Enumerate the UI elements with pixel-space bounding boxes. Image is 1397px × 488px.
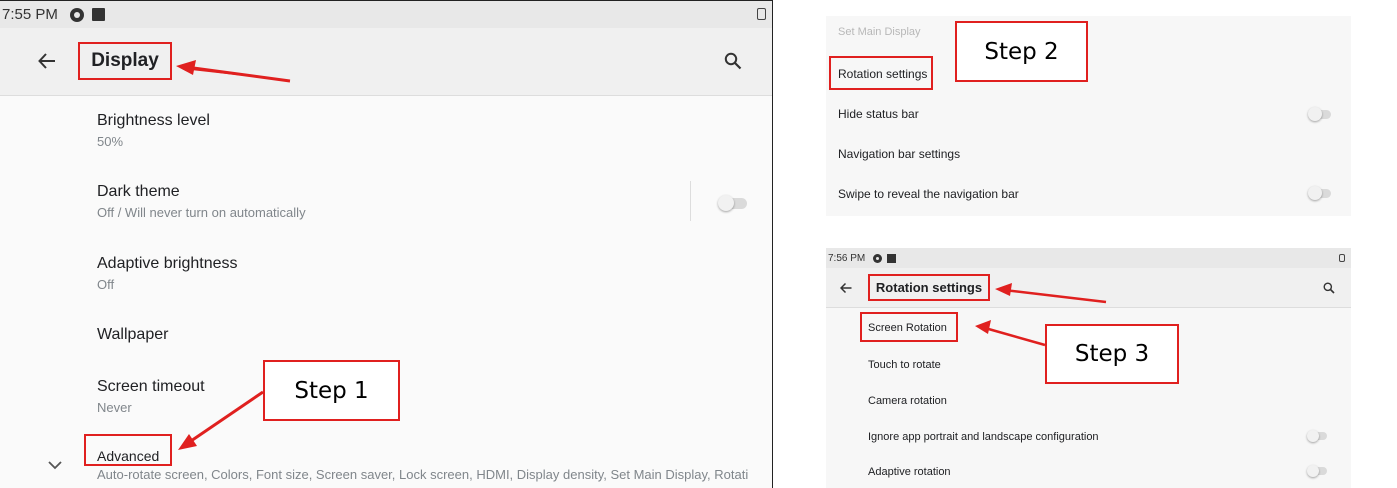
setting-subtitle: Off [97,277,115,292]
app-bar: Rotation settings [826,268,1351,308]
adaptive-rotation-toggle[interactable] [1307,465,1327,477]
display-advanced-list: Set Main Display Rotation settings Hide … [826,16,1351,216]
hide-status-bar-toggle[interactable] [1308,107,1332,121]
camera-rotation-item[interactable]: Camera rotation [868,395,947,407]
setting-dark-theme[interactable]: Dark theme Off / Will never turn on auto… [97,183,306,220]
swipe-navigation-bar-item[interactable]: Swipe to reveal the navigation bar [838,187,1019,201]
status-time: 7:56 PM [828,252,866,264]
status-dot-icon [69,7,84,22]
status-dot-icon [873,253,883,263]
divider [690,181,691,221]
setting-screen-timeout[interactable]: Screen timeout Never [97,378,205,415]
navigation-bar-settings-item[interactable]: Navigation bar settings [838,147,960,161]
advanced-highlight-box [84,434,172,466]
setting-title: Wallpaper [97,326,169,343]
search-icon[interactable] [1323,282,1335,294]
page-title: Display [78,42,172,80]
step-3-label: Step 3 [1045,324,1179,384]
sim-card-icon [757,8,766,20]
dark-theme-toggle[interactable] [718,194,748,212]
setting-advanced[interactable]: Advanced Auto-rotate screen, Colors, Fon… [97,448,772,482]
setting-title: Screen timeout [97,378,205,395]
setting-wallpaper[interactable]: Wallpaper [97,326,168,344]
status-bar: 7:56 PM [826,248,1351,268]
setting-subtitle: Never [97,400,132,415]
display-settings-screen: 7:55 PM Display Brightness level 50% Dar… [0,0,773,488]
setting-brightness-level[interactable]: Brightness level 50% [97,112,210,149]
ignore-orientation-config-item[interactable]: Ignore app portrait and landscape config… [868,431,1099,443]
setting-title: Dark theme [97,183,180,200]
setting-subtitle: Auto-rotate screen, Colors, Font size, S… [97,467,749,482]
screen-rotation-highlight-box [860,312,958,342]
setting-title: Advanced [97,448,160,464]
setting-title: Brightness level [97,112,210,129]
back-arrow-icon[interactable] [38,52,56,70]
step-2-label: Step 2 [955,21,1088,82]
ignore-orientation-config-toggle[interactable] [1307,430,1327,442]
rotation-settings-highlight-box [829,56,933,90]
back-arrow-icon[interactable] [840,282,852,294]
page-title: Rotation settings [868,274,990,301]
notification-square-icon [887,253,897,263]
setting-subtitle: 50% [97,134,124,149]
search-icon[interactable] [724,52,742,70]
status-time: 7:55 PM [2,6,58,23]
sim-card-icon [1339,254,1345,262]
setting-subtitle: Off / Will never turn on automatically [97,205,306,220]
step-1-label: Step 1 [263,360,400,421]
status-bar: 7:55 PM [0,1,772,28]
touch-to-rotate-item[interactable]: Touch to rotate [868,359,941,371]
set-main-display-item[interactable]: Set Main Display [838,26,921,38]
setting-adaptive-brightness[interactable]: Adaptive brightness Off [97,255,238,292]
chevron-down-icon[interactable] [47,459,63,471]
hide-status-bar-item[interactable]: Hide status bar [838,107,919,121]
swipe-navigation-bar-toggle[interactable] [1308,186,1332,200]
notification-square-icon [91,8,105,21]
adaptive-rotation-item[interactable]: Adaptive rotation [868,466,951,478]
app-bar: Display [0,28,772,96]
rotation-settings-screen: 7:56 PM Rotation settings Screen Rotatio… [826,248,1351,488]
setting-title: Adaptive brightness [97,255,238,272]
